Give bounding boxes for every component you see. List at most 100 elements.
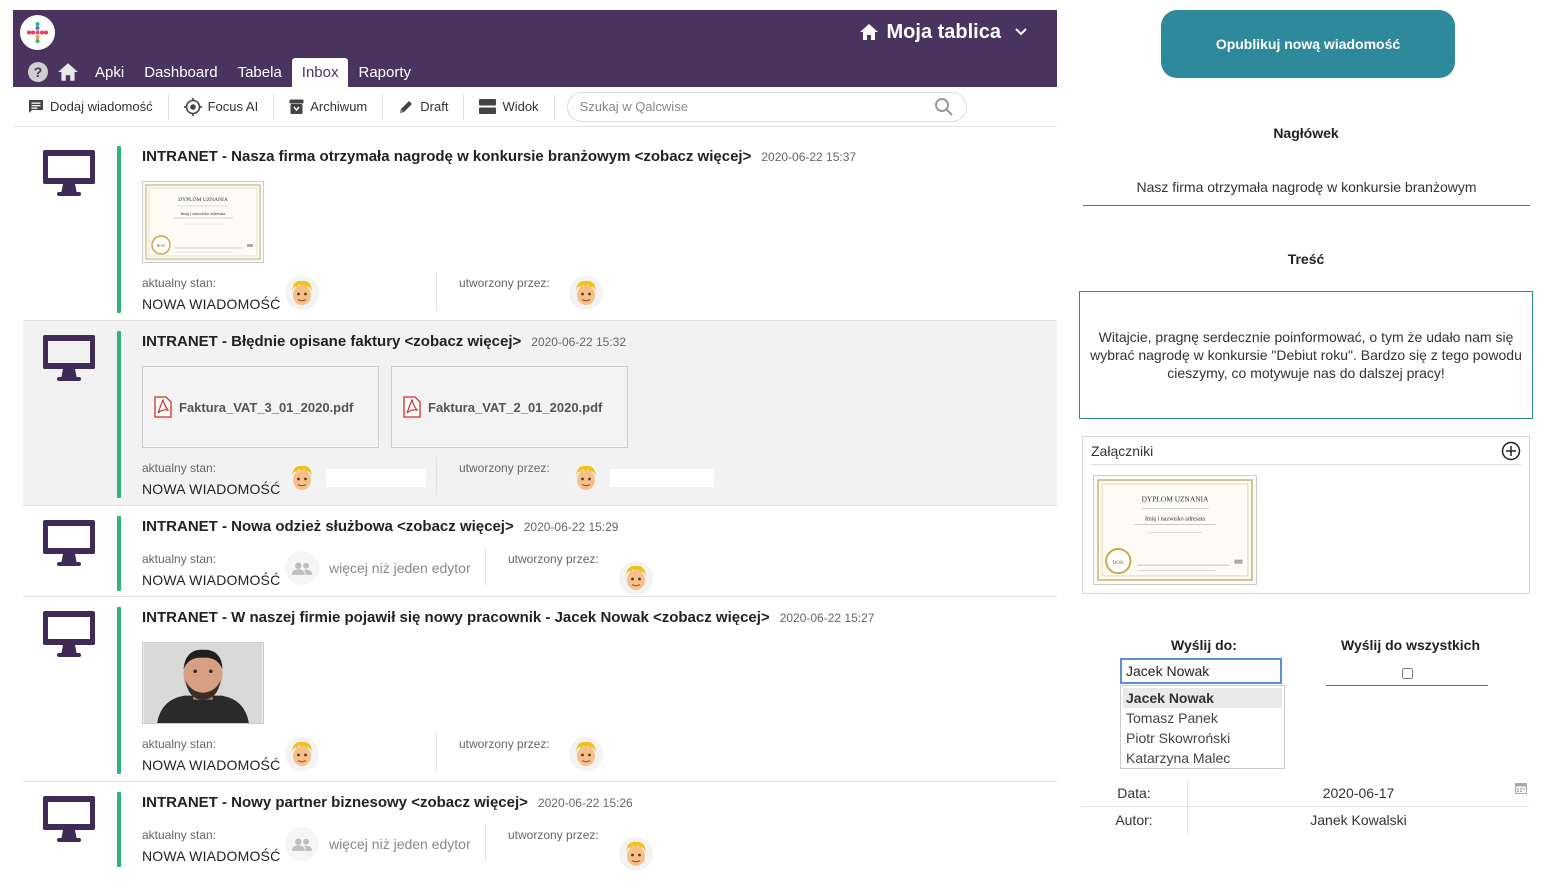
attachment-thumbnail[interactable] <box>1093 475 1257 585</box>
compose-panel: Opublikuj nową wiadomość Nagłówek Nasz f… <box>1075 0 1564 884</box>
home-icon <box>859 24 878 40</box>
avatar <box>569 461 603 495</box>
send-all-field <box>1326 668 1488 686</box>
employee-photo[interactable] <box>142 642 264 724</box>
tab-inbox[interactable]: Inbox <box>291 58 349 87</box>
help-button[interactable]: ? <box>25 59 51 85</box>
status-value: NOWA WIADOMOŚĆ <box>142 481 281 497</box>
status-label: aktualny stan: <box>142 461 217 475</box>
pdf-icon <box>402 396 422 418</box>
avatar <box>285 461 319 495</box>
avatar <box>619 837 653 871</box>
message-title-text[interactable]: INTRANET - Nasza firma otrzymała nagrodę… <box>142 148 751 165</box>
redacted-field <box>610 469 714 487</box>
recipient-option[interactable]: Jacek Nowak <box>1123 688 1282 708</box>
tab-apki[interactable]: Apki <box>85 58 134 87</box>
status-bar <box>117 516 121 591</box>
message-feed: INTRANET - Nasza firma otrzymała nagrodę… <box>23 136 1057 884</box>
attachment-file[interactable]: Faktura_VAT_3_01_2020.pdf <box>142 366 379 448</box>
author-value: Janek Kowalski <box>1187 807 1529 834</box>
message-title-text[interactable]: INTRANET - Błędnie opisane faktury <zoba… <box>142 333 521 350</box>
app-logo[interactable] <box>20 15 55 50</box>
message-item[interactable]: INTRANET - W naszej firmie pojawił się n… <box>23 597 1057 782</box>
home-icon <box>58 63 78 81</box>
message-title[interactable]: INTRANET - Nowy partner biznesowy <zobac… <box>142 794 633 811</box>
message-icon <box>29 100 43 113</box>
avatar <box>285 276 319 310</box>
publish-button[interactable]: Opublikuj nową wiadomość <box>1161 10 1455 78</box>
add-message-label: Dodaj wiadomość <box>50 99 153 114</box>
attachment-file[interactable]: Faktura_VAT_2_01_2020.pdf <box>391 366 628 448</box>
tab-dashboard[interactable]: Dashboard <box>134 58 227 87</box>
divider <box>436 457 437 495</box>
recipient-option[interactable]: Tomasz Panek <box>1121 708 1284 728</box>
focus-icon <box>183 97 202 116</box>
message-title[interactable]: INTRANET - Nasza firma otrzymała nagrodę… <box>142 148 856 165</box>
message-title[interactable]: INTRANET - W naszej firmie pojawił się n… <box>142 609 874 626</box>
view-icon <box>479 99 497 114</box>
focus-ai-button[interactable]: Focus AI <box>169 93 275 120</box>
message-item[interactable]: INTRANET - Nowa odzież służbowa <zobacz … <box>23 506 1057 597</box>
divider <box>485 824 486 862</box>
monitor-icon <box>43 520 95 566</box>
status-block: aktualny stan: NOWA WIADOMOŚĆ <box>142 276 280 312</box>
message-date: 2020-06-22 15:37 <box>761 150 857 164</box>
status-bar <box>117 331 121 498</box>
recipient-option[interactable]: Piotr Skowroński <box>1121 728 1284 748</box>
send-to-label: Wyślij do: <box>1171 637 1237 653</box>
status-bar <box>117 607 121 774</box>
calendar-icon[interactable] <box>1515 782 1527 794</box>
search-icon[interactable] <box>934 97 954 117</box>
message-date: 2020-06-22 15:27 <box>779 611 875 625</box>
view-button[interactable]: Widok <box>464 93 555 120</box>
send-to-input[interactable] <box>1120 658 1282 684</box>
message-date: 2020-06-22 15:26 <box>537 796 633 810</box>
archive-label: Archiwum <box>310 99 368 114</box>
recipient-option[interactable]: Katarzyna Malec <box>1121 748 1284 768</box>
main-nav: ? Apki Dashboard Tabela Inbox Raporty <box>13 58 421 87</box>
date-value[interactable]: 2020-06-17 <box>1187 780 1529 807</box>
divider <box>436 272 437 310</box>
view-label: Widok <box>502 99 539 114</box>
message-item[interactable]: INTRANET - Nasza firma otrzymała nagrodę… <box>23 136 1057 321</box>
avatar <box>569 737 603 771</box>
divider <box>485 548 486 586</box>
message-title-text[interactable]: INTRANET - Nowa odzież służbowa <zobacz … <box>142 518 514 535</box>
message-title[interactable]: INTRANET - Nowa odzież służbowa <zobacz … <box>142 518 618 535</box>
status-value: NOWA WIADOMOŚĆ <box>142 848 281 864</box>
draft-button[interactable]: Draft <box>383 93 465 120</box>
add-attachment-icon[interactable] <box>1501 441 1521 461</box>
send-all-checkbox[interactable] <box>1401 668 1413 679</box>
body-field[interactable]: Witajcie, pragnę serdecznie poinformować… <box>1079 291 1533 419</box>
multi-editor: więcej niż jeden edytor <box>285 827 471 861</box>
author-label: Autor: <box>1115 812 1153 828</box>
add-message-button[interactable]: Dodaj wiadomość <box>13 93 169 120</box>
file-name: Faktura_VAT_3_01_2020.pdf <box>179 399 354 415</box>
status-block: aktualny stan: NOWA WIADOMOŚĆ <box>142 828 280 864</box>
tab-raporty[interactable]: Raporty <box>348 58 421 87</box>
tab-tabela[interactable]: Tabela <box>228 58 292 87</box>
message-title-text[interactable]: INTRANET - Nowy partner biznesowy <zobac… <box>142 794 528 811</box>
board-selector[interactable]: Moja tablica <box>859 20 1027 44</box>
heading-field[interactable]: Nasz firma otrzymała nagrodę w konkursie… <box>1083 168 1530 206</box>
pencil-icon <box>400 100 413 113</box>
top-bar: Moja tablica ? Apki Dashboard Tabela Inb… <box>13 10 1057 87</box>
message-date: 2020-06-22 15:29 <box>523 520 619 534</box>
archive-icon <box>289 99 304 114</box>
status-block: aktualny stan: NOWA WIADOMOŚĆ <box>142 552 280 588</box>
search-box[interactable] <box>566 91 967 122</box>
file-name: Faktura_VAT_2_01_2020.pdf <box>428 399 603 415</box>
people-icon <box>285 551 319 585</box>
help-icon: ? <box>28 62 48 82</box>
message-title[interactable]: INTRANET - Błędnie opisane faktury <zoba… <box>142 333 626 350</box>
recipient-list: Jacek Nowak Tomasz Panek Piotr Skowrońsk… <box>1120 685 1285 769</box>
home-nav-button[interactable] <box>55 59 81 85</box>
multi-editor: więcej niż jeden edytor <box>285 551 471 585</box>
archive-button[interactable]: Archiwum <box>274 93 384 120</box>
message-item[interactable]: INTRANET - Błędnie opisane faktury <zoba… <box>23 321 1057 506</box>
search-input[interactable] <box>579 99 910 114</box>
message-title-text[interactable]: INTRANET - W naszej firmie pojawił się n… <box>142 609 770 626</box>
message-item[interactable]: INTRANET - Nowy partner biznesowy <zobac… <box>23 782 1057 884</box>
diploma-thumbnail[interactable] <box>142 181 264 263</box>
created-by-label: utworzony przez: <box>459 276 550 290</box>
